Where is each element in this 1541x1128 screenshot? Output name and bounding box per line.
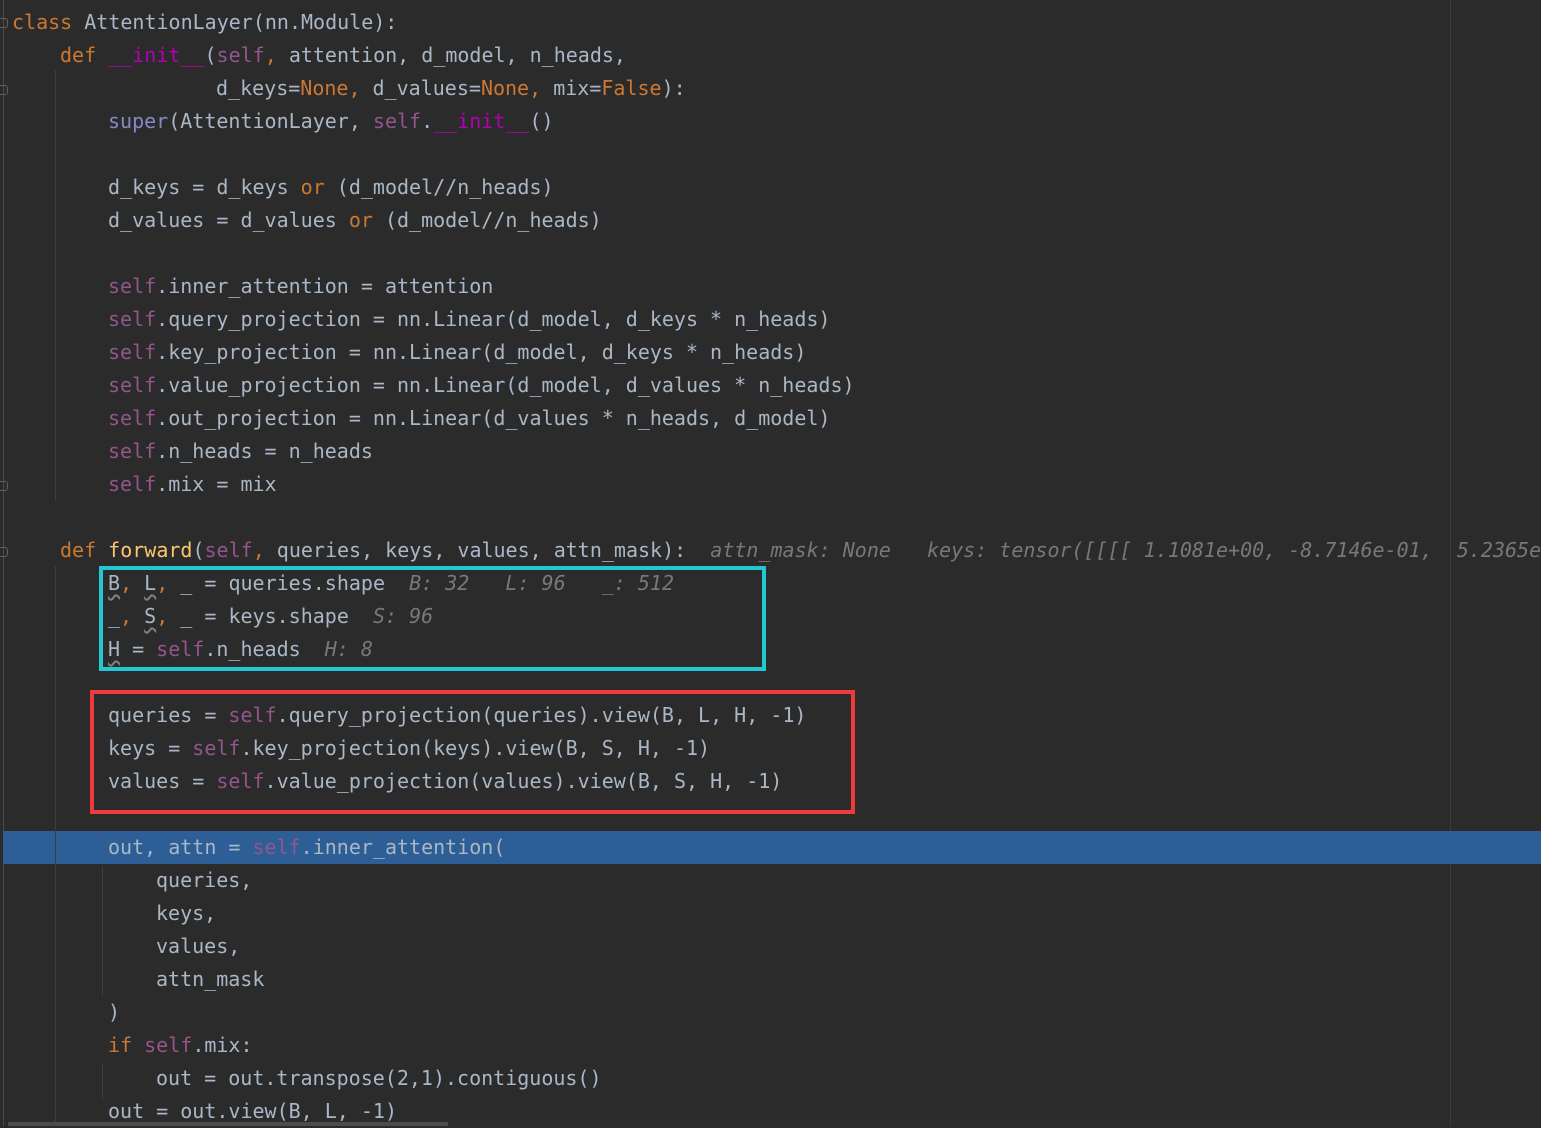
code-line[interactable]: def __init__(self, attention, d_model, n…: [60, 39, 626, 72]
code-line[interactable]: d_keys=None, d_values=None, mix=False):: [216, 72, 686, 105]
code-line[interactable]: out = out.transpose(2,1).contiguous(): [156, 1062, 602, 1095]
gutter-divider: [3, 0, 4, 1126]
fold-marker[interactable]: [0, 547, 8, 557]
fold-marker[interactable]: [0, 85, 8, 95]
indent-guide: [102, 1064, 103, 1099]
code-line[interactable]: d_values = d_values or (d_model//n_heads…: [108, 204, 602, 237]
code-line[interactable]: def forward(self, queries, keys, values,…: [60, 534, 1541, 567]
code-line[interactable]: attn_mask: [156, 963, 264, 996]
code-line[interactable]: self.out_projection = nn.Linear(d_values…: [108, 402, 830, 435]
code-line[interactable]: self.mix = mix: [108, 468, 277, 501]
code-line[interactable]: if self.mix:: [108, 1029, 253, 1062]
current-execution-line[interactable]: out, attn = self.inner_attention(: [108, 831, 505, 864]
code-line[interactable]: self.n_heads = n_heads: [108, 435, 373, 468]
inline-debug-value: keys: tensor([[[[ 1.1081e+00, -8.7146e-0…: [927, 538, 1541, 562]
code-line[interactable]: keys,: [156, 897, 216, 930]
code-line[interactable]: ): [108, 996, 120, 1029]
code-line[interactable]: super(AttentionLayer, self.__init__(): [108, 105, 554, 138]
code-line[interactable]: self.inner_attention = attention: [108, 270, 493, 303]
code-line[interactable]: self.key_projection = nn.Linear(d_model,…: [108, 336, 806, 369]
code-line[interactable]: self.value_projection = nn.Linear(d_mode…: [108, 369, 855, 402]
indent-guide: [102, 866, 103, 996]
code-line[interactable]: queries,: [156, 864, 252, 897]
code-line[interactable]: values,: [156, 930, 240, 963]
fold-marker[interactable]: [0, 481, 8, 491]
fold-marker[interactable]: [0, 18, 8, 28]
red-annotation-box: [90, 690, 855, 814]
code-line[interactable]: class AttentionLayer(nn.Module):: [12, 6, 397, 39]
inline-debug-value: attn_mask: None: [710, 538, 891, 562]
horizontal-scrollbar[interactable]: [8, 1122, 448, 1126]
indent-guide: [55, 566, 56, 1126]
indent-guide: [55, 70, 56, 500]
code-editor[interactable]: class AttentionLayer(nn.Module): def __i…: [0, 0, 1541, 1126]
cyan-annotation-box: [99, 566, 766, 671]
code-line[interactable]: d_keys = d_keys or (d_model//n_heads): [108, 171, 554, 204]
code-line[interactable]: self.query_projection = nn.Linear(d_mode…: [108, 303, 830, 336]
